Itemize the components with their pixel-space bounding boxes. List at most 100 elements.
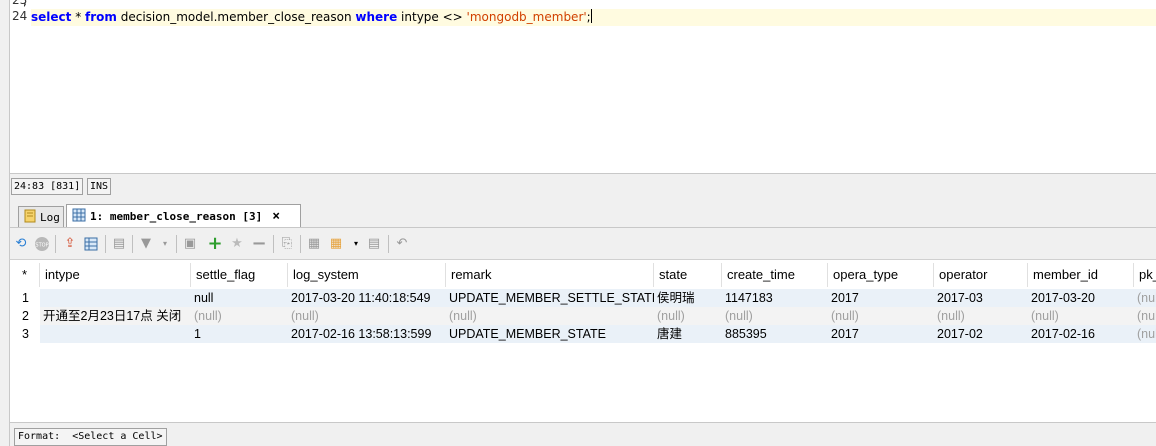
- grid-settings-icon[interactable]: ▦: [328, 236, 344, 252]
- cell-create-time[interactable]: 1147183: [722, 289, 828, 307]
- cell-settle-flag[interactable]: null: [191, 289, 288, 307]
- editor-line-24[interactable]: select * from decision_model.member_clos…: [31, 9, 1156, 26]
- tab-log-label: Log: [40, 210, 60, 224]
- cell-pk[interactable]: (nul: [1134, 289, 1156, 307]
- keyword-select: select: [31, 10, 72, 24]
- cell-log-system[interactable]: (null): [288, 307, 446, 325]
- cell-state[interactable]: 唐建: [654, 325, 722, 343]
- insert-mode: INS: [87, 178, 112, 195]
- column-header-state[interactable]: state: [654, 263, 722, 287]
- cell-pk[interactable]: (nul: [1134, 325, 1156, 343]
- cell-opera-type[interactable]: (null): [828, 307, 934, 325]
- toolbar-separator: [300, 235, 301, 253]
- cell-state[interactable]: 侯明瑞: [654, 289, 722, 307]
- string-literal: 'mongodb_member': [466, 10, 587, 24]
- column-header-remark[interactable]: remark: [446, 263, 654, 287]
- close-icon[interactable]: ×: [272, 209, 280, 224]
- cell-operator[interactable]: (null): [934, 307, 1028, 325]
- undo-icon[interactable]: ↶: [394, 236, 410, 252]
- stop-icon[interactable]: STOP: [34, 236, 50, 252]
- cell-remark[interactable]: UPDATE_MEMBER_SETTLE_STATE: [446, 289, 654, 307]
- cell-opera-type[interactable]: 2017: [828, 325, 934, 343]
- cell-pk[interactable]: (nul: [1134, 307, 1156, 325]
- column-header-log-system[interactable]: log_system: [288, 263, 446, 287]
- copy-icon[interactable]: ⎘: [279, 236, 295, 252]
- form-view-icon[interactable]: ▤: [111, 236, 127, 252]
- row-marker-header: *: [10, 263, 40, 287]
- cell-operator[interactable]: 2017-02: [934, 325, 1028, 343]
- cell-member-id[interactable]: (null): [1028, 307, 1134, 325]
- cell-create-time[interactable]: (null): [722, 307, 828, 325]
- cell-settle-flag[interactable]: 1: [191, 325, 288, 343]
- toolbar-separator: [388, 235, 389, 253]
- format-label: Format:: [18, 431, 61, 442]
- log-icon: [24, 209, 36, 226]
- cell-intype[interactable]: 开通至2月23日17点 关闭: [40, 307, 191, 325]
- keyword-where: where: [355, 10, 398, 24]
- cell-member-id[interactable]: 2017-03-20: [1028, 289, 1134, 307]
- dropdown-icon[interactable]: ▾: [348, 236, 364, 252]
- result-tabs: Log 1: member_close_reason [3] ×: [9, 197, 1156, 227]
- toolbar-separator: [132, 235, 133, 253]
- cell-remark[interactable]: UPDATE_MEMBER_STATE: [446, 325, 654, 343]
- filter-icon[interactable]: ▼: [138, 236, 154, 252]
- tab-result-label: 1: member_close_reason [3]: [90, 209, 263, 223]
- cell-intype[interactable]: [40, 289, 191, 307]
- cell-opera-type[interactable]: 2017: [828, 289, 934, 307]
- column-header-member-id[interactable]: member_id: [1028, 263, 1134, 287]
- cell-log-system[interactable]: 2017-03-20 11:40:18:549: [288, 289, 446, 307]
- row-number: 1: [22, 291, 29, 305]
- add-row-icon[interactable]: +: [207, 235, 223, 253]
- tab-member-close-reason[interactable]: 1: member_close_reason [3] ×: [66, 204, 301, 227]
- line-23-text: ;: [23, 0, 28, 8]
- text-caret: [590, 9, 592, 23]
- cell-create-time[interactable]: 885395: [722, 325, 828, 343]
- format-value: <Select a Cell>: [72, 431, 163, 442]
- cell-settle-flag[interactable]: (null): [191, 307, 288, 325]
- dropdown-icon[interactable]: ▾: [157, 236, 173, 252]
- export-icon[interactable]: ⇪: [62, 236, 78, 252]
- column-header-operator[interactable]: operator: [934, 263, 1028, 287]
- grid-icon[interactable]: [83, 236, 99, 252]
- column-header-intype[interactable]: intype: [40, 263, 191, 287]
- line-number-24: 24: [12, 9, 28, 23]
- line-gutter: [10, 0, 31, 173]
- star-icon[interactable]: ★: [229, 236, 245, 252]
- token-condition: intype <>: [397, 10, 467, 24]
- cell-state[interactable]: (null): [654, 307, 722, 325]
- format-status: Format: <Select a Cell>: [14, 428, 167, 446]
- column-header-settle-flag[interactable]: settle_flag: [191, 263, 288, 287]
- row-number: 3: [22, 327, 29, 341]
- format-bar: Format: <Select a Cell>: [9, 422, 1156, 446]
- print-icon[interactable]: ▤: [366, 236, 382, 252]
- left-edge-strip: [0, 0, 9, 446]
- grid-options-icon[interactable]: ▦: [306, 236, 322, 252]
- cell-log-system[interactable]: 2017-02-16 13:58:13:599: [288, 325, 446, 343]
- column-header-pk[interactable]: pk_: [1134, 263, 1156, 287]
- cell-member-id[interactable]: 2017-02-16: [1028, 325, 1134, 343]
- column-header-opera-type[interactable]: opera_type: [828, 263, 934, 287]
- cell-remark[interactable]: (null): [446, 307, 654, 325]
- editor-status-bar: 24:83 [831] INS: [9, 173, 1156, 202]
- result-toolbar: ⟲ STOP ⇪ ▤ ▼ ▾ ▣ + ★ − ⎘ ▦ ▦ ▾ ▤ ↶: [9, 227, 1156, 259]
- token-star: *: [71, 10, 86, 24]
- save-icon[interactable]: ▣: [182, 236, 198, 252]
- column-header-create-time[interactable]: create_time: [722, 263, 828, 287]
- toolbar-separator: [105, 235, 106, 253]
- toolbar-separator: [176, 235, 177, 253]
- cell-operator[interactable]: 2017-03: [934, 289, 1028, 307]
- toolbar-separator: [273, 235, 274, 253]
- keyword-from: from: [85, 10, 117, 24]
- result-grid[interactable]: * intype settle_flag log_system remark s…: [9, 259, 1156, 422]
- cell-intype[interactable]: [40, 325, 191, 343]
- delete-row-icon[interactable]: −: [251, 235, 267, 253]
- toolbar-separator: [55, 235, 56, 253]
- tab-log[interactable]: Log: [18, 206, 64, 227]
- table-icon: [72, 208, 86, 225]
- row-number: 2: [22, 309, 29, 323]
- svg-text:STOP: STOP: [35, 243, 48, 249]
- refresh-icon[interactable]: ⟲: [13, 236, 29, 252]
- sql-editor[interactable]: 23 ; 24 select * from decision_model.mem…: [9, 0, 1156, 173]
- sql-query-window: 2 3 ; 24 select * from decision_model.mem…: [0, 0, 1156, 446]
- token-table: decision_model.member_close_reason: [116, 10, 356, 24]
